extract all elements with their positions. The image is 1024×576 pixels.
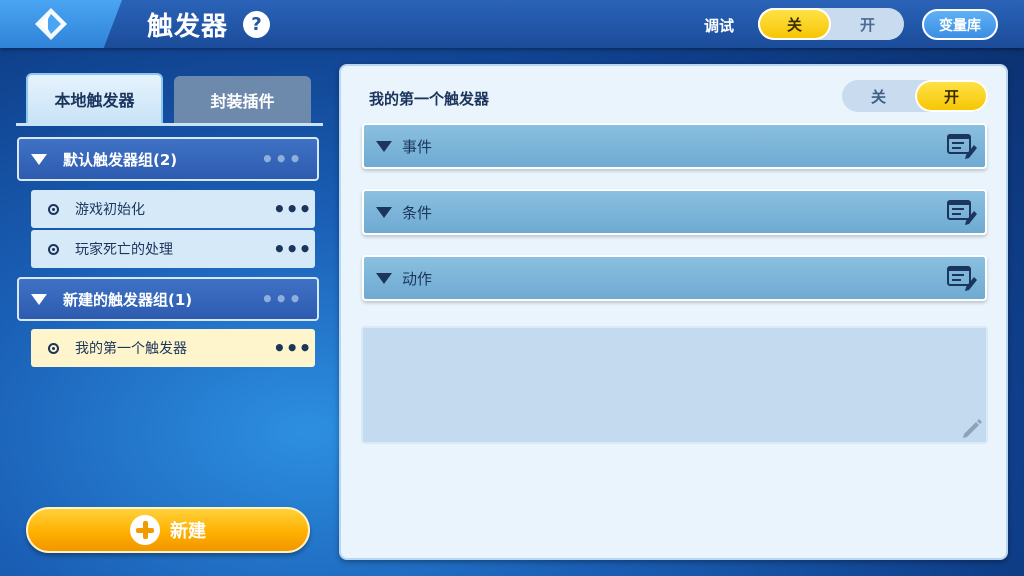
edit-list-icon[interactable] <box>947 199 977 225</box>
pencil-icon[interactable] <box>960 416 984 440</box>
more-options-icon[interactable]: ••• <box>273 199 311 219</box>
page-title: 触发器 <box>147 12 229 42</box>
group-label: 默认触发器组(2) <box>63 150 178 169</box>
help-icon[interactable]: ? <box>243 11 270 38</box>
group-label: 新建的触发器组(1) <box>63 290 193 309</box>
section-events[interactable]: 事件 <box>362 123 987 169</box>
debug-toggle-off[interactable]: 关 <box>758 8 831 40</box>
trigger-item-label: 游戏初始化 <box>75 202 145 218</box>
collapse-triangle-icon[interactable] <box>376 206 392 218</box>
variable-library-button[interactable]: 变量库 <box>922 9 998 40</box>
trigger-group-new[interactable]: 新建的触发器组(1) ••• <box>17 277 319 321</box>
collapse-triangle-icon[interactable] <box>376 140 392 152</box>
more-options-icon[interactable]: ••• <box>261 289 301 309</box>
collapse-triangle-icon[interactable] <box>31 293 47 305</box>
plus-icon <box>130 515 160 545</box>
section-label: 事件 <box>402 137 433 156</box>
bullet-icon <box>48 203 59 215</box>
debug-toggle[interactable]: 关 开 <box>758 8 904 40</box>
debug-label: 调试 <box>704 17 735 35</box>
trigger-item-label: 玩家死亡的处理 <box>75 242 173 258</box>
bullet-icon <box>48 243 59 255</box>
trigger-group-default[interactable]: 默认触发器组(2) ••• <box>17 137 319 181</box>
edit-list-icon[interactable] <box>947 265 977 291</box>
trigger-detail-panel: 我的第一个触发器 关 开 事件 条件 动作 <box>339 64 1008 560</box>
edit-list-icon[interactable] <box>947 133 977 159</box>
trigger-item[interactable]: 玩家死亡的处理 ••• <box>31 230 315 268</box>
trigger-item-label: 我的第一个触发器 <box>75 341 187 357</box>
section-conditions[interactable]: 条件 <box>362 189 987 235</box>
trigger-toggle-off[interactable]: 关 <box>842 80 915 112</box>
collapse-triangle-icon[interactable] <box>376 272 392 284</box>
section-label: 条件 <box>402 203 433 222</box>
new-trigger-button[interactable]: 新建 <box>26 507 310 553</box>
debug-toggle-on[interactable]: 开 <box>831 8 904 40</box>
collapse-triangle-icon[interactable] <box>31 153 47 165</box>
note-textarea[interactable] <box>361 326 988 444</box>
back-arrow-icon <box>35 8 67 40</box>
trigger-item-selected[interactable]: 我的第一个触发器 ••• <box>31 329 315 367</box>
more-options-icon[interactable]: ••• <box>273 338 311 358</box>
top-bar: 触发器 ? 调试 关 开 变量库 <box>0 0 1024 48</box>
tab-divider <box>16 123 323 126</box>
section-actions[interactable]: 动作 <box>362 255 987 301</box>
section-label: 动作 <box>402 269 433 288</box>
more-options-icon[interactable]: ••• <box>261 149 301 169</box>
back-button[interactable] <box>0 0 122 48</box>
trigger-item[interactable]: 游戏初始化 ••• <box>31 190 315 228</box>
trigger-toggle-on[interactable]: 开 <box>915 80 988 112</box>
new-button-label: 新建 <box>170 521 206 542</box>
bullet-icon <box>48 342 59 354</box>
more-options-icon[interactable]: ••• <box>273 239 311 259</box>
trigger-name: 我的第一个触发器 <box>369 90 490 108</box>
tab-local-triggers[interactable]: 本地触发器 <box>26 73 163 125</box>
tab-packaged-plugins[interactable]: 封装插件 <box>174 76 311 124</box>
trigger-enable-toggle[interactable]: 关 开 <box>842 80 988 112</box>
